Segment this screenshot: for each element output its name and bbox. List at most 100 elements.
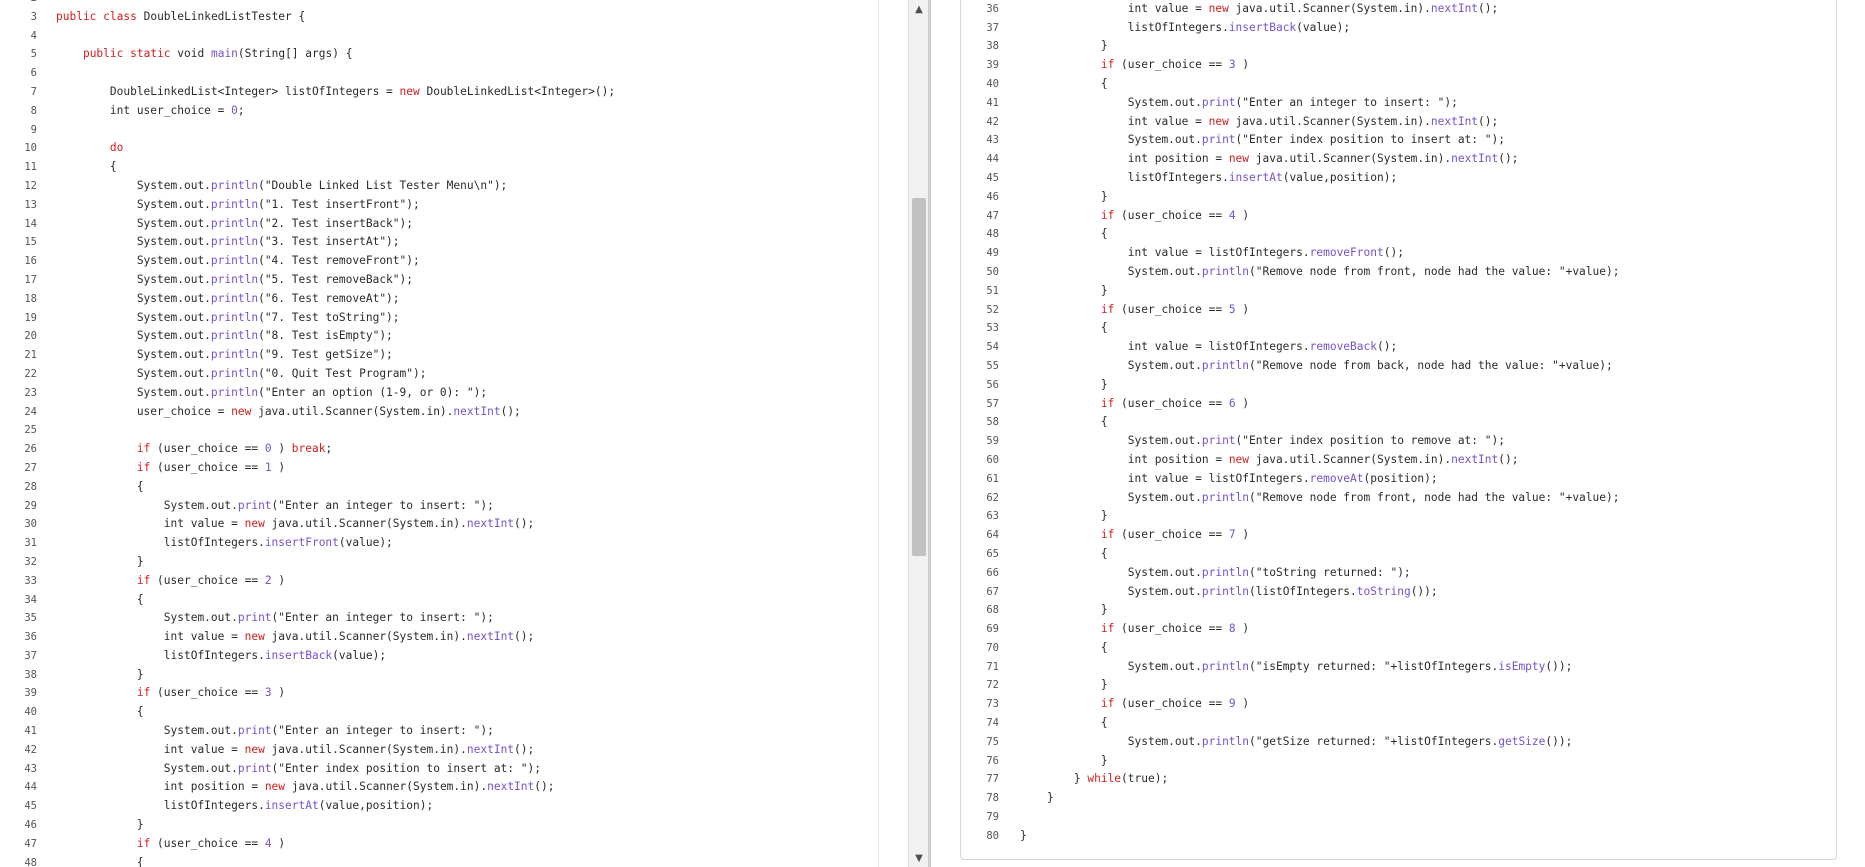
- line-number: 2: [0, 0, 37, 8]
- line-number: 60: [986, 453, 999, 466]
- code-line: 60 int position = new java.util.Scanner(…: [961, 451, 1619, 470]
- scroll-up-icon[interactable]: ▲: [909, 2, 929, 18]
- line-number: 15: [24, 236, 37, 249]
- code-line: 76 }: [961, 752, 1619, 771]
- code-text: System.out.println("Double Linked List T…: [56, 178, 508, 192]
- code-line: 64 if (user_choice == 7 ): [961, 526, 1619, 545]
- line-number: 18: [24, 292, 37, 305]
- line-number: 67: [986, 585, 999, 598]
- code-line: 73 if (user_choice == 9 ): [961, 695, 1619, 714]
- code-text: int value = new java.util.Scanner(System…: [56, 742, 535, 756]
- line-number: 26: [24, 443, 37, 456]
- code-text: System.out.println("8. Test isEmpty");: [56, 329, 393, 343]
- line-number: 35: [24, 612, 37, 625]
- code-text: int value = new java.util.Scanner(System…: [1020, 114, 1499, 128]
- line-number: 41: [24, 725, 37, 738]
- line-number: 51: [986, 284, 999, 297]
- code-text: user_choice = new java.util.Scanner(Syst…: [56, 404, 521, 418]
- line-number: 4: [30, 29, 37, 42]
- code-text: System.out.print("Enter an integer to in…: [1020, 95, 1458, 109]
- code-line: 75 System.out.println("getSize returned:…: [961, 733, 1619, 752]
- code-text: if (user_choice == 3 ): [1100, 58, 1250, 72]
- line-number: 45: [986, 171, 999, 184]
- code-line: 69 if (user_choice == 8 ): [961, 620, 1619, 639]
- code-line: 63 }: [961, 507, 1619, 526]
- code-text: System.out.println("toString returned: "…: [1020, 565, 1411, 579]
- code-text: {: [56, 705, 144, 719]
- code-text: {: [1020, 227, 1108, 241]
- code-line: 16 System.out.println("4. Test removeFro…: [0, 252, 615, 271]
- code-text: listOfIntegers.insertAt(value,position);: [1020, 170, 1398, 184]
- line-number: 71: [986, 660, 999, 673]
- code-line: 55 System.out.println("Remove node from …: [961, 357, 1619, 376]
- code-line: 56 }: [961, 376, 1619, 395]
- code-text: System.out.println("7. Test toString");: [56, 310, 400, 324]
- line-number: 41: [986, 96, 999, 109]
- code-text: }: [1020, 828, 1027, 842]
- code-line: 42 int value = new java.util.Scanner(Sys…: [961, 113, 1619, 132]
- code-line: 48 {: [961, 225, 1619, 244]
- line-number: 56: [986, 378, 999, 391]
- code-text: public static void main(String[] args) {: [82, 47, 353, 61]
- line-number: 8: [30, 104, 37, 117]
- line-number: 32: [24, 555, 37, 568]
- code-text: if (user_choice == 5 ): [1100, 302, 1250, 316]
- code-text: }: [56, 667, 144, 681]
- line-number: 34: [24, 593, 37, 606]
- code-text: }: [1020, 189, 1108, 203]
- code-line: 9: [0, 121, 615, 140]
- code-text: if (user_choice == 4 ): [1100, 208, 1250, 222]
- code-line: 17 System.out.println("5. Test removeBac…: [0, 271, 615, 290]
- left-code-listing: 23public class DoubleLinkedListTester {4…: [0, 0, 615, 867]
- code-line: 27 if (user_choice == 1 ): [0, 459, 615, 478]
- code-line: 38 }: [0, 666, 615, 685]
- code-text: if (user_choice == 1 ): [136, 460, 286, 474]
- line-number: 10: [24, 142, 37, 155]
- code-text: System.out.println("5. Test removeBack")…: [56, 272, 413, 286]
- code-text: }: [1020, 283, 1108, 297]
- line-number: 14: [24, 217, 37, 230]
- line-number: 39: [986, 59, 999, 72]
- code-text: {: [1020, 546, 1108, 560]
- line-number: 77: [986, 773, 999, 786]
- left-scrollbar[interactable]: ▲ ▼: [908, 0, 929, 867]
- scroll-thumb[interactable]: [912, 198, 926, 556]
- code-line: 7 DoubleLinkedList<Integer> listOfIntege…: [0, 83, 615, 102]
- code-line: 66 System.out.println("toString returned…: [961, 564, 1619, 583]
- line-number: 65: [986, 547, 999, 560]
- code-line: 68 }: [961, 601, 1619, 620]
- code-line: 43 System.out.print("Enter index positio…: [961, 131, 1619, 150]
- line-number: 61: [986, 472, 999, 485]
- line-number: 49: [986, 247, 999, 260]
- code-line: 10 do: [0, 139, 615, 158]
- code-line: 2: [0, 0, 615, 8]
- code-line: 53 {: [961, 319, 1619, 338]
- code-line: 50 System.out.println("Remove node from …: [961, 263, 1619, 282]
- line-number: 38: [24, 668, 37, 681]
- line-number: 50: [986, 265, 999, 278]
- right-code-listing: 35 System.out.print("Enter an integer to…: [961, 0, 1619, 846]
- code-line: 70 {: [961, 639, 1619, 658]
- line-number: 37: [24, 649, 37, 662]
- code-line: 47 if (user_choice == 4 ): [0, 835, 615, 854]
- code-line: 54 int value = listOfIntegers.removeBack…: [961, 338, 1619, 357]
- code-text: System.out.println("6. Test removeAt");: [56, 291, 400, 305]
- code-text: } while(true);: [1020, 772, 1169, 786]
- code-line: 24 user_choice = new java.util.Scanner(S…: [0, 403, 615, 422]
- line-number: 80: [986, 829, 999, 842]
- code-line: 62 System.out.println("Remove node from …: [961, 489, 1619, 508]
- code-line: 52 if (user_choice == 5 ): [961, 301, 1619, 320]
- code-line: 45 listOfIntegers.insertAt(value,positio…: [961, 169, 1619, 188]
- line-number: 48: [24, 856, 37, 867]
- code-text: if (user_choice == 2 ): [136, 573, 286, 587]
- code-line: 21 System.out.println("9. Test getSize")…: [0, 346, 615, 365]
- code-line: 14 System.out.println("2. Test insertBac…: [0, 215, 615, 234]
- code-text: System.out.print("Enter index position t…: [1020, 434, 1505, 448]
- code-text: System.out.println("9. Test getSize");: [56, 348, 393, 362]
- code-line: 33 if (user_choice == 2 ): [0, 572, 615, 591]
- scroll-down-icon[interactable]: ▼: [909, 851, 929, 867]
- code-line: 6: [0, 64, 615, 83]
- code-line: 4: [0, 27, 615, 46]
- line-number: 7: [30, 85, 37, 98]
- code-line: 40 {: [0, 703, 615, 722]
